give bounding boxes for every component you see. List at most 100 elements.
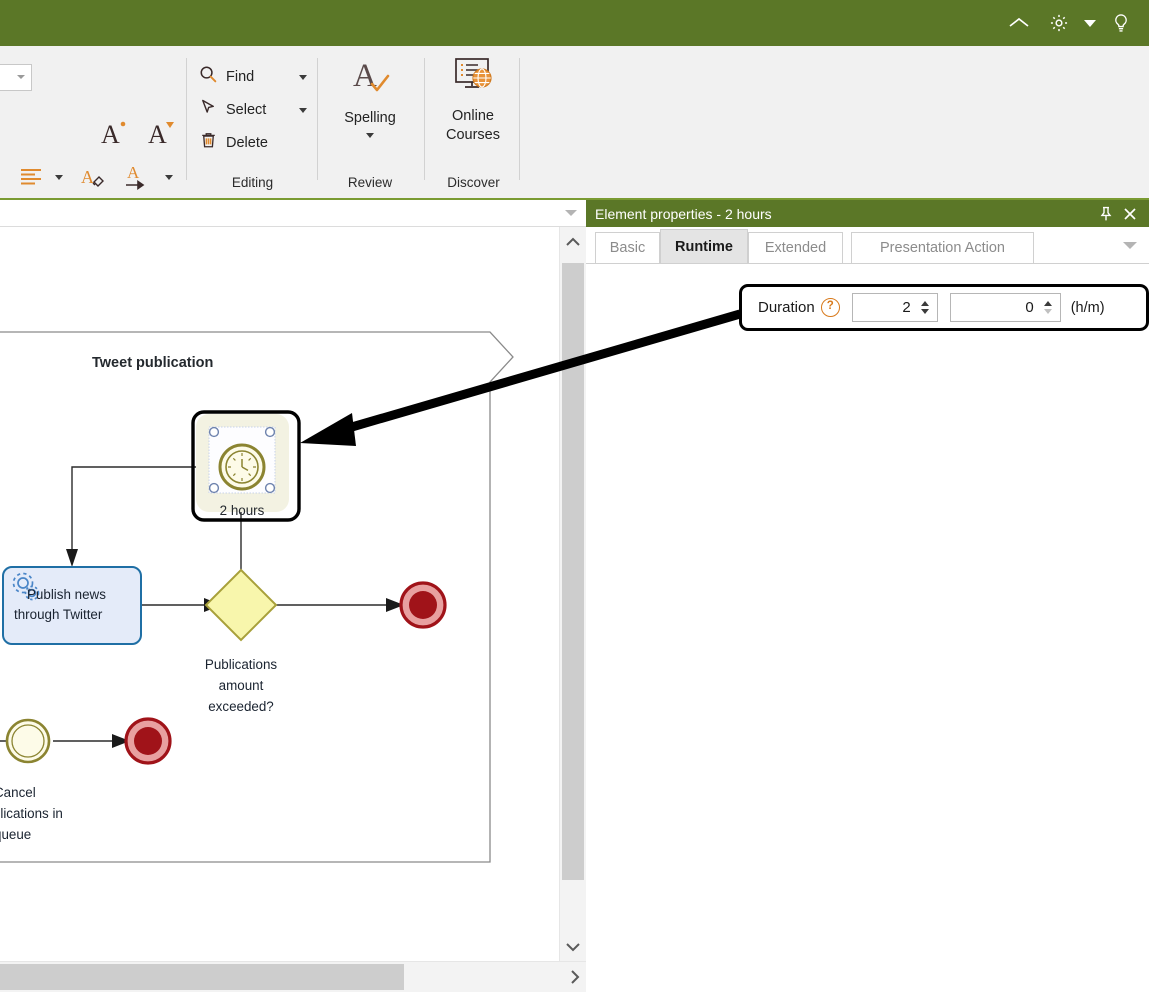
selection-handle-br[interactable] [264, 482, 276, 494]
svg-text:A: A [127, 163, 140, 182]
delete-button[interactable]: Delete [199, 128, 307, 158]
trash-icon [199, 131, 218, 155]
select-label: Select [226, 102, 267, 118]
gateway-label-line1: Publications [205, 657, 278, 672]
tab-presentation-action[interactable]: Presentation Action [851, 232, 1034, 263]
spelling-label: Spelling [344, 110, 396, 126]
duration-field-group: Duration ? 2 0 (h/m) [739, 284, 1149, 331]
canvas-toolbar [0, 200, 586, 227]
align-text-button[interactable] [18, 164, 44, 190]
tab-runtime-label: Runtime [675, 238, 733, 255]
node-end-event-1[interactable] [399, 581, 447, 629]
help-question-icon[interactable]: ? [820, 298, 840, 317]
close-icon[interactable] [1119, 200, 1141, 227]
canvas-options-chevron-down-icon[interactable] [565, 210, 577, 216]
duration-minutes-increment-icon[interactable] [1043, 301, 1052, 306]
title-bar-buttons [999, 0, 1141, 46]
properties-panel-title: Element properties - 2 hours [595, 205, 772, 222]
canvas-vertical-scrollbar[interactable] [559, 227, 586, 962]
duration-minutes-value[interactable]: 0 [951, 299, 1040, 316]
scroll-right-chevron-right-icon[interactable] [570, 962, 580, 992]
node-service-task[interactable]: Publish news through Twitter [2, 566, 142, 645]
text-highlight-color-button[interactable]: A [80, 162, 110, 192]
ribbon-group-discover: Online Courses Discover [429, 46, 518, 198]
online-courses-label-line1: Online [452, 108, 494, 124]
service-task-label-line2: through Twitter [14, 607, 103, 622]
diagram-viewport[interactable]: Tweet publication Publish news through T… [0, 227, 560, 962]
service-task-label-line1: Publish news [27, 587, 106, 602]
duration-hours-increment-icon[interactable] [920, 301, 929, 306]
start2-label-line1: Cancel [0, 785, 36, 800]
tab-runtime[interactable]: Runtime [660, 229, 748, 263]
node-exclusive-gateway[interactable]: Publications amount exceeded? [204, 568, 278, 714]
gear-icon[interactable] [1039, 0, 1079, 46]
duration-minutes-spinner[interactable]: 0 [949, 293, 1061, 322]
gear-dropdown-chevron-down-icon[interactable] [1079, 0, 1101, 46]
spelling-chevron-down-icon[interactable] [366, 133, 374, 138]
arrowhead-task-in [66, 549, 78, 567]
canvas-horizontal-scrollbar[interactable] [0, 961, 586, 992]
online-courses-icon [449, 54, 497, 103]
lightbulb-icon[interactable] [1101, 0, 1141, 46]
ribbon: A A A A Find Select Delete Editing A Spe… [0, 46, 1149, 200]
properties-panel-header: Element properties - 2 hours [586, 200, 1149, 227]
svg-text:A: A [148, 120, 167, 149]
gateway-label-line2: amount [219, 678, 264, 693]
selection-handle-tr[interactable] [264, 426, 276, 438]
ribbon-group-label-editing: Editing [231, 175, 274, 190]
selection-handle-bl[interactable] [208, 482, 220, 494]
diagram-canvas-panel: Tweet publication Publish news through T… [0, 200, 587, 992]
scroll-up-chevron-up-icon[interactable] [560, 227, 586, 257]
shrink-font-button[interactable]: A [145, 116, 177, 150]
bpmn-diagram: Tweet publication Publish news through T… [0, 331, 514, 863]
online-courses-button[interactable]: Online Courses [425, 54, 521, 145]
ribbon-group-editing: Find Select Delete Editing [195, 46, 310, 198]
start2-label-line3: queue [0, 827, 31, 842]
node-start-event-2[interactable]: Cancel publications in queue [0, 718, 63, 842]
tab-basic-label: Basic [609, 240, 646, 256]
font-color-button[interactable]: A [122, 160, 152, 192]
select-button[interactable]: Select [199, 95, 307, 125]
chevron-down-icon[interactable] [17, 75, 25, 79]
tab-extended[interactable]: Extended [748, 232, 843, 263]
collapse-ribbon-icon[interactable] [999, 0, 1039, 46]
pool-title: Tweet publication [92, 355, 213, 371]
duration-minutes-decrement-icon[interactable] [1043, 309, 1052, 314]
grow-font-button[interactable]: A [98, 116, 130, 150]
tab-extended-label: Extended [764, 240, 827, 256]
font-color-chevron-down-icon[interactable] [162, 170, 176, 184]
properties-tabs: Basic Runtime Extended Presentation Acti… [586, 227, 1149, 264]
horizontal-scroll-thumb[interactable] [0, 964, 404, 990]
tabs-overflow-chevron-down-icon[interactable] [1123, 242, 1137, 249]
select-chevron-down-icon[interactable] [299, 107, 307, 113]
ribbon-group-review: A Spelling Review [323, 46, 417, 198]
start2-label-line2: publications in [0, 806, 63, 821]
align-text-chevron-down-icon[interactable] [52, 170, 66, 184]
find-button[interactable]: Find [199, 62, 307, 92]
svg-text:A: A [81, 167, 94, 187]
scroll-down-chevron-down-icon[interactable] [560, 932, 586, 962]
ribbon-group-label-discover: Discover [447, 175, 500, 190]
find-label: Find [226, 69, 255, 85]
duration-hours-spinner[interactable]: 2 [851, 293, 938, 322]
spelling-check-icon: A [345, 54, 395, 105]
vertical-scroll-thumb[interactable] [562, 263, 584, 880]
svg-text:A: A [353, 58, 377, 94]
duration-unit-label: (h/m) [1070, 299, 1105, 316]
font-size-input[interactable] [0, 64, 32, 91]
title-bar [0, 0, 1149, 46]
duration-hours-value[interactable]: 2 [853, 299, 917, 316]
timer-label: 2 hours [220, 503, 265, 518]
selection-handle-tl[interactable] [208, 426, 220, 438]
search-icon [199, 65, 218, 89]
spelling-button[interactable]: A Spelling [322, 54, 418, 138]
gateway-label-line3: exceeded? [208, 699, 274, 714]
duration-hours-decrement-icon[interactable] [920, 309, 929, 314]
node-timer-event[interactable]: 2 hours [191, 410, 301, 522]
tab-basic[interactable]: Basic [595, 232, 660, 263]
node-end-event-2[interactable] [124, 717, 172, 765]
tab-presentation-action-label: Presentation Action [880, 240, 1005, 256]
pin-icon[interactable] [1095, 200, 1117, 227]
find-chevron-down-icon[interactable] [299, 74, 307, 80]
svg-text:A: A [101, 120, 120, 149]
